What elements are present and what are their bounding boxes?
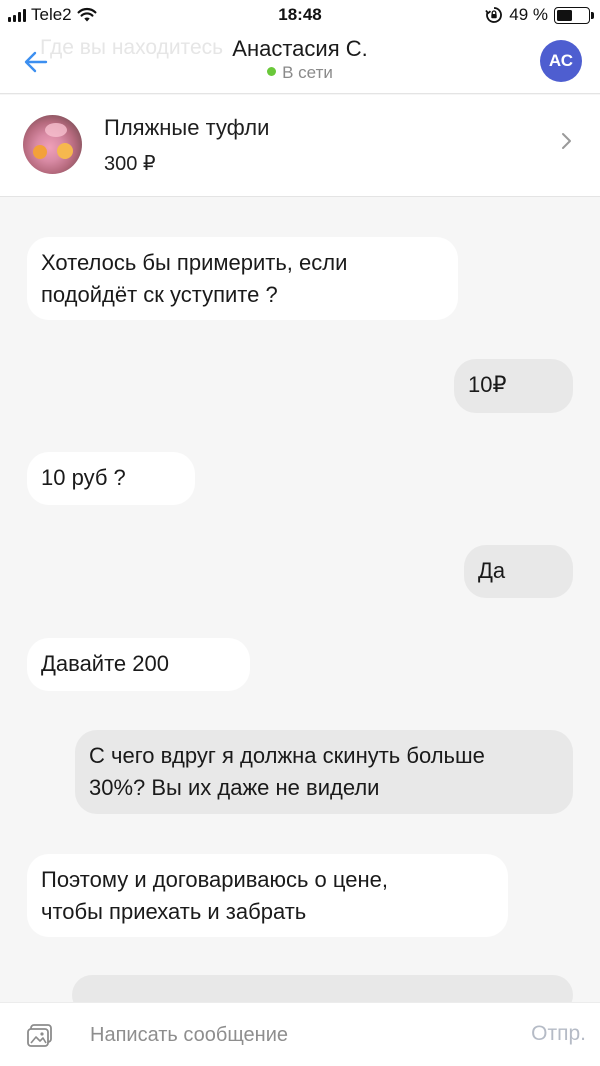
presence-status: В сети <box>0 63 600 83</box>
message-line: подойдёт ск уступите ? <box>41 282 278 307</box>
message-line: Поэтому и договариваюсь о цене, <box>41 867 388 892</box>
message-bubble-incoming: Хотелось бы примерить, если подойдёт ск … <box>27 237 458 320</box>
message-line: Да <box>478 558 506 583</box>
listing-price: 300 ₽ <box>104 153 156 175</box>
message-input[interactable] <box>90 1019 490 1051</box>
image-attach-icon[interactable] <box>26 1023 54 1049</box>
message-bubble-incoming: 10 руб ? <box>27 452 195 505</box>
presence-label: В сети <box>282 63 333 82</box>
status-right: 49 % <box>485 5 594 25</box>
message-bubble-outgoing: Да <box>464 545 573 598</box>
online-dot <box>267 67 277 76</box>
send-button[interactable]: Отпр. <box>531 1022 586 1046</box>
message-line: 10₽ <box>468 372 507 397</box>
battery-icon <box>554 6 594 24</box>
chevron-right-icon <box>562 133 571 149</box>
message-bubble-outgoing: 10₽ <box>454 359 573 413</box>
message-line: 30%? Вы их даже не видели <box>89 775 380 800</box>
status-bar: Tele2 18:48 49 % <box>0 0 600 30</box>
composer-bar: Отпр. <box>0 1002 600 1066</box>
listing-title: Пляжные туфли <box>104 115 270 140</box>
message-bubble-outgoing: С чего вдруг я должна скинуть больше 30%… <box>75 730 573 814</box>
message-line: чтобы приехать и забрать <box>41 899 307 924</box>
contact-name[interactable]: Анастасия С. <box>0 36 600 62</box>
message-line: 10 руб ? <box>41 465 126 490</box>
avatar[interactable]: АС <box>540 40 582 82</box>
orientation-lock-icon <box>485 7 503 23</box>
message-line: Хотелось бы примерить, если <box>41 250 348 275</box>
message-bubble-incoming: Давайте 200 <box>27 638 250 691</box>
message-line: Давайте 200 <box>41 651 169 676</box>
message-line: С чего вдруг я должна скинуть больше <box>89 743 485 768</box>
chat-header: Где вы находитесь Анастасия С. В сети АС <box>0 30 600 94</box>
message-bubble-incoming: Поэтому и договариваюсь о цене, чтобы пр… <box>27 854 508 937</box>
listing-card[interactable]: Пляжные туфли 300 ₽ <box>0 95 600 197</box>
listing-thumbnail <box>23 115 82 174</box>
battery-percent: 49 % <box>509 5 548 24</box>
battery-level <box>557 9 572 21</box>
